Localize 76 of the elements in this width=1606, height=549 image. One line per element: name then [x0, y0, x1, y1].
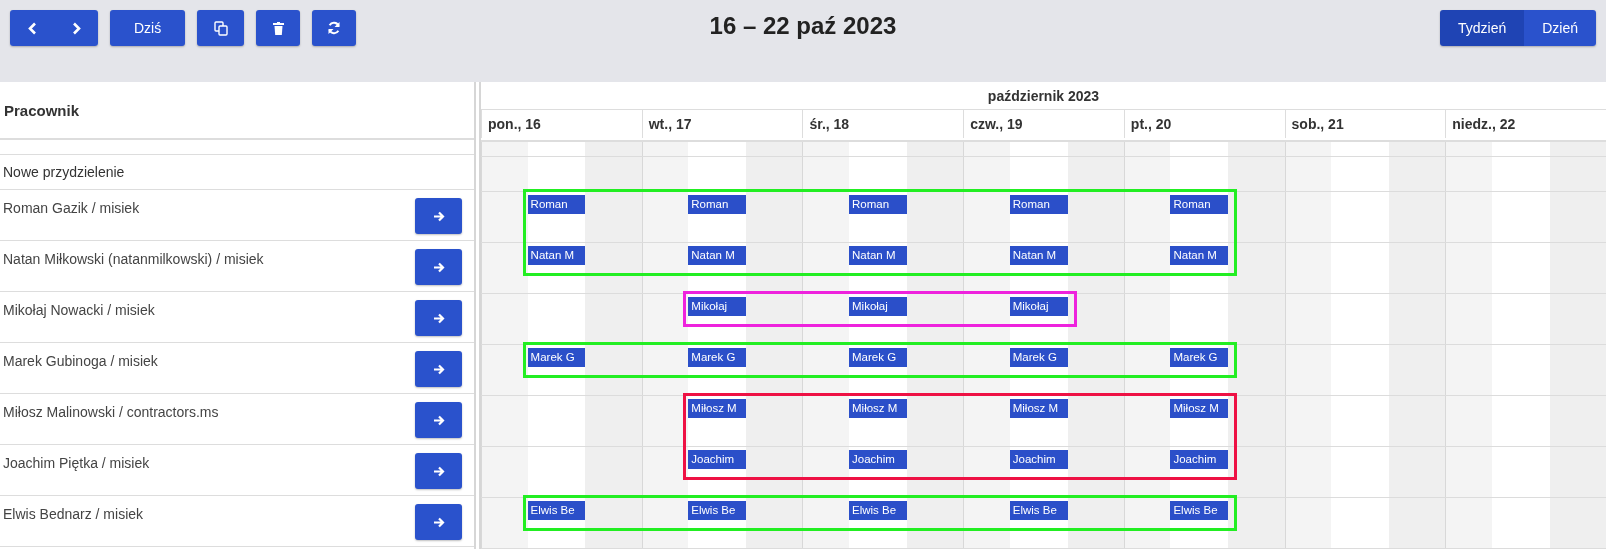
shift-block[interactable]: Roman: [849, 195, 907, 214]
shift-block[interactable]: Natan M: [1170, 246, 1229, 265]
employee-name: Marek Gubinoga / misiek: [3, 353, 158, 369]
shift-block[interactable]: Roman: [527, 195, 586, 214]
shift-block[interactable]: Miłosz M: [1170, 399, 1229, 418]
day-header: wt., 17: [641, 110, 803, 138]
shift-block[interactable]: Joachim: [1170, 450, 1229, 469]
trash-icon: [272, 21, 284, 35]
go-button[interactable]: [415, 504, 462, 540]
shift-block[interactable]: Natan M: [527, 246, 586, 265]
shift-block[interactable]: Mikołaj: [688, 297, 747, 316]
new-assignment-row[interactable]: Nowe przydzielenie: [0, 155, 474, 190]
shift-block[interactable]: Miłosz M: [688, 399, 747, 418]
shift-block[interactable]: Roman: [1009, 195, 1068, 214]
employee-name: Miłosz Malinowski / contractors.ms: [3, 404, 219, 420]
copy-button[interactable]: [197, 10, 245, 46]
shift-block[interactable]: Marek G: [1170, 348, 1229, 367]
shift-block[interactable]: Roman: [1170, 195, 1229, 214]
shift-block[interactable]: Miłosz M: [849, 399, 907, 418]
go-button[interactable]: [415, 351, 462, 387]
arrow-right-icon: [432, 465, 445, 477]
shift-block[interactable]: Miłosz M: [1009, 399, 1068, 418]
shift-block[interactable]: Mikołaj: [849, 297, 907, 316]
go-button[interactable]: [415, 198, 462, 234]
shift-block[interactable]: Natan M: [688, 246, 747, 265]
shift-block[interactable]: Joachim: [849, 450, 907, 469]
arrow-right-icon: [432, 210, 445, 222]
date-range-title: 16 – 22 paź 2023: [709, 12, 897, 40]
day-header: niedz., 22: [1445, 110, 1606, 138]
day-header: czw., 19: [963, 110, 1124, 138]
employee-name: Elwis Bednarz / misiek: [3, 506, 144, 522]
employee-name: Joachim Piętka / misiek: [3, 455, 150, 471]
arrow-right-icon: [432, 363, 445, 375]
day-header: pon., 16: [481, 110, 642, 138]
go-button[interactable]: [415, 300, 462, 336]
shift-block[interactable]: Natan M: [1009, 246, 1068, 265]
delete-button[interactable]: [256, 10, 301, 46]
go-button[interactable]: [415, 402, 462, 438]
today-button[interactable]: Dziś: [110, 10, 186, 46]
day-header: pt., 20: [1123, 110, 1285, 138]
next-button[interactable]: [54, 10, 98, 46]
shift-block[interactable]: Elwis Be: [688, 501, 747, 520]
view-tab[interactable]: Tydzień: [1439, 10, 1525, 46]
refresh-icon: [327, 21, 342, 35]
day-header: sob., 21: [1284, 110, 1446, 138]
go-button[interactable]: [415, 453, 462, 489]
shift-block[interactable]: Marek G: [1009, 348, 1068, 367]
arrow-right-icon: [432, 261, 445, 273]
column-header: Pracownik: [0, 82, 474, 140]
month-header: październik 2023: [481, 82, 1606, 110]
shift-block[interactable]: Elwis Be: [849, 501, 907, 520]
view-tab[interactable]: Dzień: [1524, 10, 1596, 46]
shift-block[interactable]: Natan M: [849, 246, 907, 265]
employee-name: Roman Gazik / misiek: [3, 200, 140, 216]
shift-block[interactable]: Marek G: [527, 348, 586, 367]
go-button[interactable]: [415, 249, 462, 285]
shift-block[interactable]: Joachim: [1009, 450, 1068, 469]
shift-block[interactable]: Roman: [688, 195, 747, 214]
arrow-right-icon: [432, 414, 445, 426]
chevron-right-icon: [71, 21, 81, 35]
day-header: śr., 18: [802, 110, 964, 138]
employee-name: Mikołaj Nowacki / misiek: [3, 302, 155, 318]
shift-block[interactable]: Joachim: [688, 450, 747, 469]
arrow-right-icon: [432, 516, 445, 528]
chevron-left-icon: [27, 21, 37, 35]
previous-button[interactable]: [10, 10, 54, 46]
copy-icon: [213, 20, 228, 36]
shift-block[interactable]: Elwis Be: [1170, 501, 1229, 520]
shift-block[interactable]: Marek G: [688, 348, 747, 367]
refresh-button[interactable]: [312, 10, 357, 46]
shift-block[interactable]: Marek G: [849, 348, 907, 367]
employee-name: Natan Miłkowski (natanmilkowski) / misiek: [3, 251, 264, 267]
arrow-right-icon: [432, 312, 445, 324]
shift-block[interactable]: Elwis Be: [527, 501, 586, 520]
shift-block[interactable]: Mikołaj: [1009, 297, 1068, 316]
shift-block[interactable]: Elwis Be: [1009, 501, 1068, 520]
